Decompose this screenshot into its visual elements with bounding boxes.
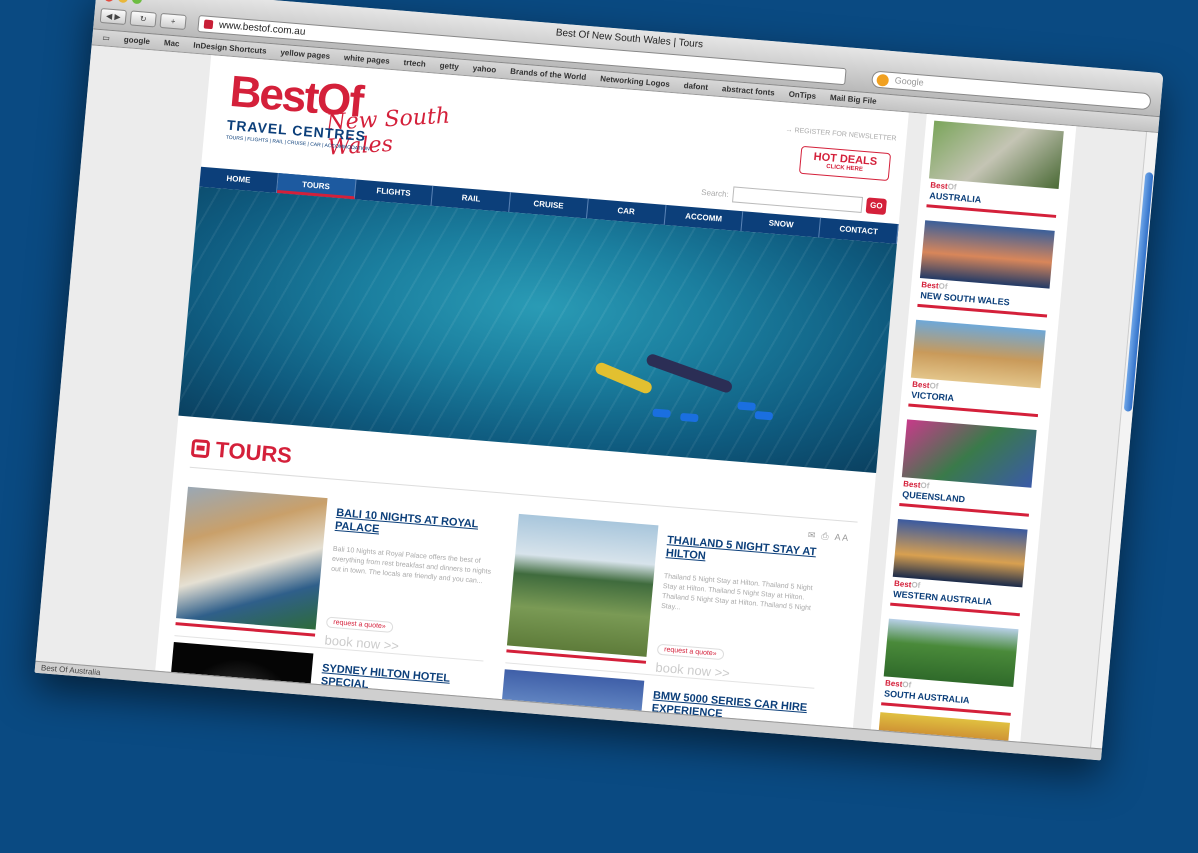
- hot-deals-button[interactable]: HOT DEALS CLICK HERE: [798, 145, 892, 182]
- back-forward-button[interactable]: ◀ ▶: [99, 7, 127, 26]
- tour-image-thailand[interactable]: [506, 513, 659, 657]
- best-word: Best: [884, 678, 903, 689]
- bookmark-item[interactable]: InDesign Shortcuts: [193, 41, 267, 56]
- sidebar-accent-bar: [908, 403, 1039, 418]
- koala-image: [928, 120, 1064, 190]
- bookmark-item[interactable]: abstract fonts: [722, 84, 776, 97]
- sidebar-item-south-australia[interactable]: BestOf SOUTH AUSTRALIA: [881, 618, 1019, 719]
- bookmarks-icon[interactable]: ▭: [102, 33, 110, 43]
- best-word: Best: [893, 578, 912, 590]
- bookmark-item[interactable]: OnTips: [788, 90, 816, 101]
- tour-image-bali[interactable]: [176, 486, 328, 630]
- bookmark-item[interactable]: yahoo: [472, 64, 496, 75]
- sidebar-item-label: QUEENSLAND: [901, 489, 966, 505]
- sidebar-item-nsw[interactable]: BestOf NEW SOUTH WALES: [917, 220, 1055, 320]
- sidebar-item-label: AUSTRALIA: [928, 190, 982, 205]
- coast-image: [910, 319, 1046, 389]
- request-quote-button[interactable]: request a quote»: [325, 616, 394, 633]
- tour-description: Thailand 5 Night Stay at Hilton. Thailan…: [660, 573, 813, 613]
- sidebar-accent-bar: [917, 303, 1048, 318]
- flipper-shape: [652, 408, 671, 418]
- site-search-input[interactable]: [732, 186, 864, 213]
- bookmark-item[interactable]: Mail Big File: [830, 93, 877, 106]
- bookmark-item[interactable]: Networking Logos: [600, 74, 670, 89]
- flipper-shape: [680, 412, 699, 423]
- of-word: Of: [920, 480, 930, 491]
- screenshot-stage: Best Of New South Wales | Tours ◀ ▶ ↻ + …: [0, 0, 1198, 853]
- reload-icon[interactable]: ↻: [129, 10, 157, 28]
- sidebar-accent-bar: [926, 204, 1057, 218]
- browser-window: Best Of New South Wales | Tours ◀ ▶ ↻ + …: [34, 0, 1164, 761]
- tour-card: BALI 10 NIGHTS AT ROYAL PALACE Bali 10 N…: [174, 486, 507, 663]
- search-label: Search:: [700, 187, 730, 199]
- bookmark-item[interactable]: yellow pages: [280, 48, 330, 61]
- of-word: Of: [901, 679, 912, 690]
- vineyard-image: [883, 618, 1019, 687]
- best-word: Best: [920, 280, 940, 291]
- bookmark-item[interactable]: dafont: [683, 81, 708, 92]
- browser-search-placeholder: Google: [894, 75, 925, 88]
- site-logo[interactable]: BestOf New South Wales TRAVEL CENTRES TO…: [225, 67, 472, 168]
- tour-title-link[interactable]: BALI 10 NIGHTS AT ROYAL PALACE: [334, 507, 501, 546]
- search-engine-icon: [876, 73, 890, 87]
- bus-icon: [190, 438, 211, 459]
- tour-title-link[interactable]: THAILAND 5 NIGHT STAY AT HILTON: [665, 534, 832, 573]
- of-word: Of: [911, 580, 921, 591]
- bookmark-item[interactable]: Mac: [164, 38, 180, 48]
- bookmark-item[interactable]: white pages: [344, 53, 390, 66]
- request-quote-button[interactable]: request a quote»: [656, 643, 725, 661]
- main-page: BestOf New South Wales TRAVEL CENTRES TO…: [153, 55, 909, 748]
- browser-nav-buttons: ◀ ▶ ↻ +: [99, 7, 187, 30]
- search-go-button[interactable]: GO: [865, 197, 887, 215]
- sidebar-item-australia[interactable]: BestOf AUSTRALIA: [926, 120, 1064, 221]
- sidebar-item-victoria[interactable]: BestOf VICTORIA: [908, 319, 1046, 420]
- sidebar-item-western-australia[interactable]: BestOf WESTERN AUSTRALIA: [890, 518, 1028, 619]
- city-skyline-image: [892, 518, 1028, 588]
- page-title: TOURS: [190, 435, 293, 469]
- sidebar-accent-bar: [899, 503, 1030, 517]
- url-text: www.bestof.com.au: [218, 19, 306, 38]
- bookmark-item[interactable]: getty: [439, 61, 459, 72]
- bookmark-item[interactable]: google: [123, 35, 150, 46]
- tour-image-ballet[interactable]: [161, 642, 314, 748]
- sidebar-item-label: VICTORIA: [910, 389, 955, 404]
- tour-description: Bali 10 Nights at Royal Palace offers th…: [330, 545, 492, 586]
- of-word: Of: [929, 381, 939, 391]
- page-viewport: BestOf New South Wales TRAVEL CENTRES TO…: [35, 45, 1147, 748]
- best-word: Best: [929, 180, 949, 191]
- bookmark-item[interactable]: trtech: [403, 58, 426, 69]
- best-word: Best: [902, 479, 921, 490]
- favicon-icon: [203, 19, 214, 30]
- page-title-text: TOURS: [214, 436, 293, 469]
- reef-image: [901, 419, 1037, 488]
- newsletter-link[interactable]: → REGISTER FOR NEWSLETTER: [785, 126, 896, 142]
- of-word: Of: [938, 281, 948, 292]
- add-bookmark-icon[interactable]: +: [159, 12, 187, 30]
- tour-card: THAILAND 5 NIGHT STAY AT HILTON Thailand…: [505, 513, 838, 690]
- sidebar-accent-bar: [890, 602, 1020, 617]
- flipper-shape: [737, 401, 756, 411]
- of-word: Of: [947, 181, 957, 192]
- sidebar-item-queensland[interactable]: BestOf QUEENSLAND: [899, 419, 1037, 519]
- flipper-shape: [754, 410, 774, 421]
- best-word: Best: [911, 379, 930, 391]
- harbour-bridge-image: [919, 220, 1055, 289]
